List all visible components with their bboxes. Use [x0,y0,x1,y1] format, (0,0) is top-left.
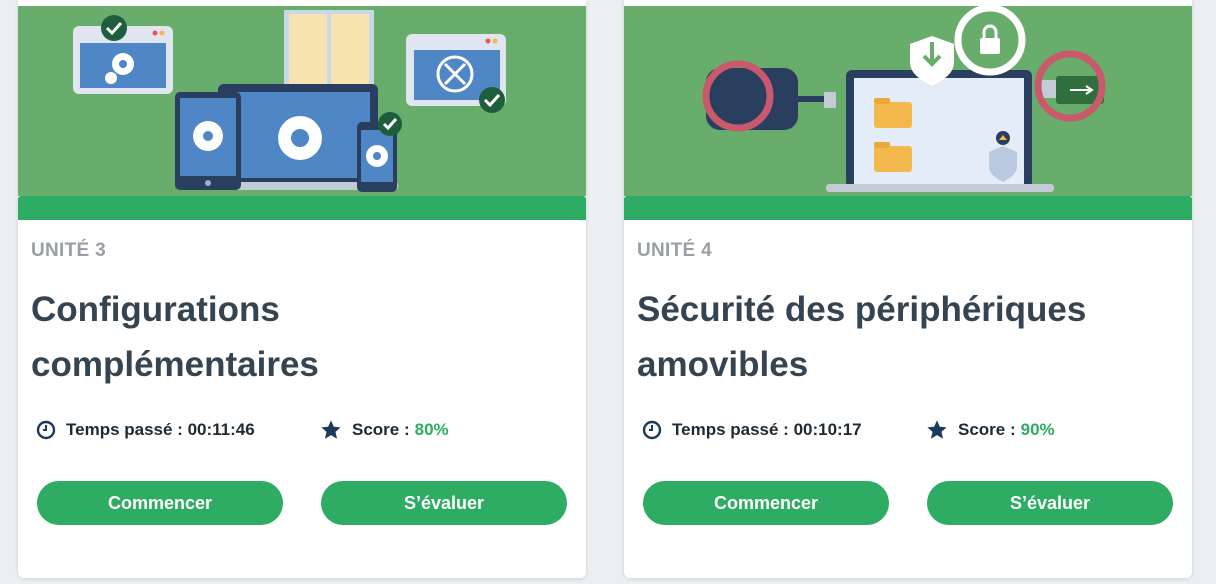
evaluate-button[interactable]: S’évaluer [321,481,567,525]
course-card-unit-3: UNITÉ 3 Configurations complémentaires T… [18,0,586,578]
card-accent-bar [624,196,1192,220]
time-spent-label: Temps passé : 00:11:46 [66,420,255,439]
score: Score : 90% [926,418,1055,442]
clock-icon [642,420,662,440]
card-title: Configurations complémentaires [31,290,319,384]
score-label: Score : [352,420,410,439]
course-card-unit-4: UNITÉ 4 Sécurité des périphériques amovi… [624,0,1192,578]
clock-icon [36,420,56,440]
score-value: 80% [414,420,449,439]
time-spent: Temps passé : 00:11:46 [36,418,255,442]
star-icon [321,420,341,439]
time-spent-label: Temps passé : 00:10:17 [672,420,862,439]
start-button[interactable]: Commencer [643,481,889,525]
score-label: Score : [958,420,1016,439]
unit-label: UNITÉ 4 [637,240,712,261]
unit-label: UNITÉ 3 [31,240,106,261]
start-button[interactable]: Commencer [37,481,283,525]
removable-devices-illustration [624,6,1192,196]
score-value: 90% [1020,420,1055,439]
evaluate-button[interactable]: S’évaluer [927,481,1173,525]
star-icon [927,420,947,439]
time-spent: Temps passé : 00:10:17 [642,418,862,442]
score: Score : 80% [320,418,449,442]
card-accent-bar [18,196,586,220]
card-title: Sécurité des périphériques amovibles [637,290,1087,384]
devices-settings-illustration [18,6,586,196]
